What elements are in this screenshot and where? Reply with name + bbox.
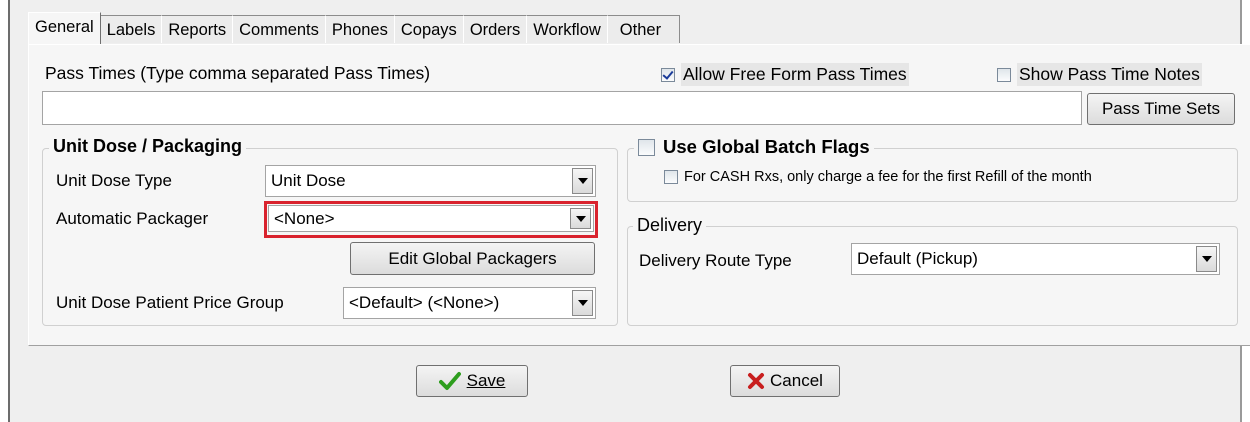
- tab-comments[interactable]: Comments: [232, 15, 326, 43]
- cancel-button[interactable]: Cancel: [730, 365, 840, 397]
- general-tab-panel: Pass Times (Type comma separated Pass Ti…: [28, 44, 1250, 346]
- delivery-group-title: Delivery: [633, 215, 707, 236]
- unit-dose-type-select[interactable]: Unit Dose: [265, 165, 596, 197]
- tab-labels[interactable]: Labels: [99, 15, 163, 43]
- pass-time-sets-button[interactable]: Pass Time Sets: [1087, 93, 1235, 125]
- checkbox-unchecked-icon: [664, 170, 678, 184]
- checkbox-unchecked-icon: [638, 138, 655, 156]
- edit-global-packagers-button[interactable]: Edit Global Packagers: [350, 242, 595, 275]
- close-icon: [748, 373, 765, 389]
- allow-free-form-label: Allow Free Form Pass Times: [681, 63, 909, 86]
- checkmark-icon: [438, 372, 461, 390]
- tab-copays[interactable]: Copays: [393, 15, 464, 43]
- chevron-down-icon[interactable]: [572, 168, 593, 194]
- tab-orders[interactable]: Orders: [462, 15, 528, 43]
- highlight-box: [264, 201, 598, 238]
- tab-general[interactable]: General: [28, 12, 101, 44]
- delivery-route-type-label: Delivery Route Type: [639, 251, 792, 270]
- tab-other[interactable]: Other: [606, 15, 681, 43]
- show-pass-time-notes-checkbox[interactable]: Show Pass Time Notes: [997, 63, 1202, 86]
- tab-reports[interactable]: Reports: [161, 15, 234, 43]
- chevron-down-icon[interactable]: [1196, 246, 1217, 272]
- tab-workflow[interactable]: Workflow: [526, 15, 608, 43]
- delivery-group: [627, 226, 1238, 326]
- allow-free-form-checkbox[interactable]: Allow Free Form Pass Times: [661, 63, 909, 86]
- price-group-label: Unit Dose Patient Price Group: [56, 293, 284, 312]
- tab-bar: General Labels Reports Comments Phones C…: [28, 12, 681, 45]
- show-pass-time-notes-label: Show Pass Time Notes: [1017, 63, 1202, 86]
- checkbox-checked-icon: [661, 67, 675, 82]
- tab-phones[interactable]: Phones: [324, 15, 395, 43]
- unit-dose-type-label: Unit Dose Type: [56, 171, 172, 190]
- automatic-packager-label: Automatic Packager: [56, 209, 209, 228]
- save-button[interactable]: Save: [416, 365, 528, 397]
- price-group-select[interactable]: <Default> (<None>): [343, 287, 596, 319]
- save-label: Save: [466, 371, 506, 390]
- checkbox-unchecked-icon: [997, 67, 1011, 82]
- pass-times-input[interactable]: [42, 91, 1082, 125]
- cash-rx-refill-checkbox[interactable]: For CASH Rxs, only charge a fee for the …: [664, 169, 1092, 185]
- chevron-down-icon[interactable]: [572, 290, 593, 316]
- dialog-frame: General Labels Reports Comments Phones C…: [8, 0, 1250, 422]
- unit-dose-group-title: Unit Dose / Packaging: [49, 136, 247, 157]
- pass-times-label: Pass Times (Type comma separated Pass Ti…: [45, 63, 431, 83]
- cancel-label: Cancel: [770, 371, 823, 390]
- use-global-batch-flags-checkbox[interactable]: Use Global Batch Flags: [634, 136, 874, 158]
- delivery-route-type-select[interactable]: Default (Pickup): [851, 243, 1220, 275]
